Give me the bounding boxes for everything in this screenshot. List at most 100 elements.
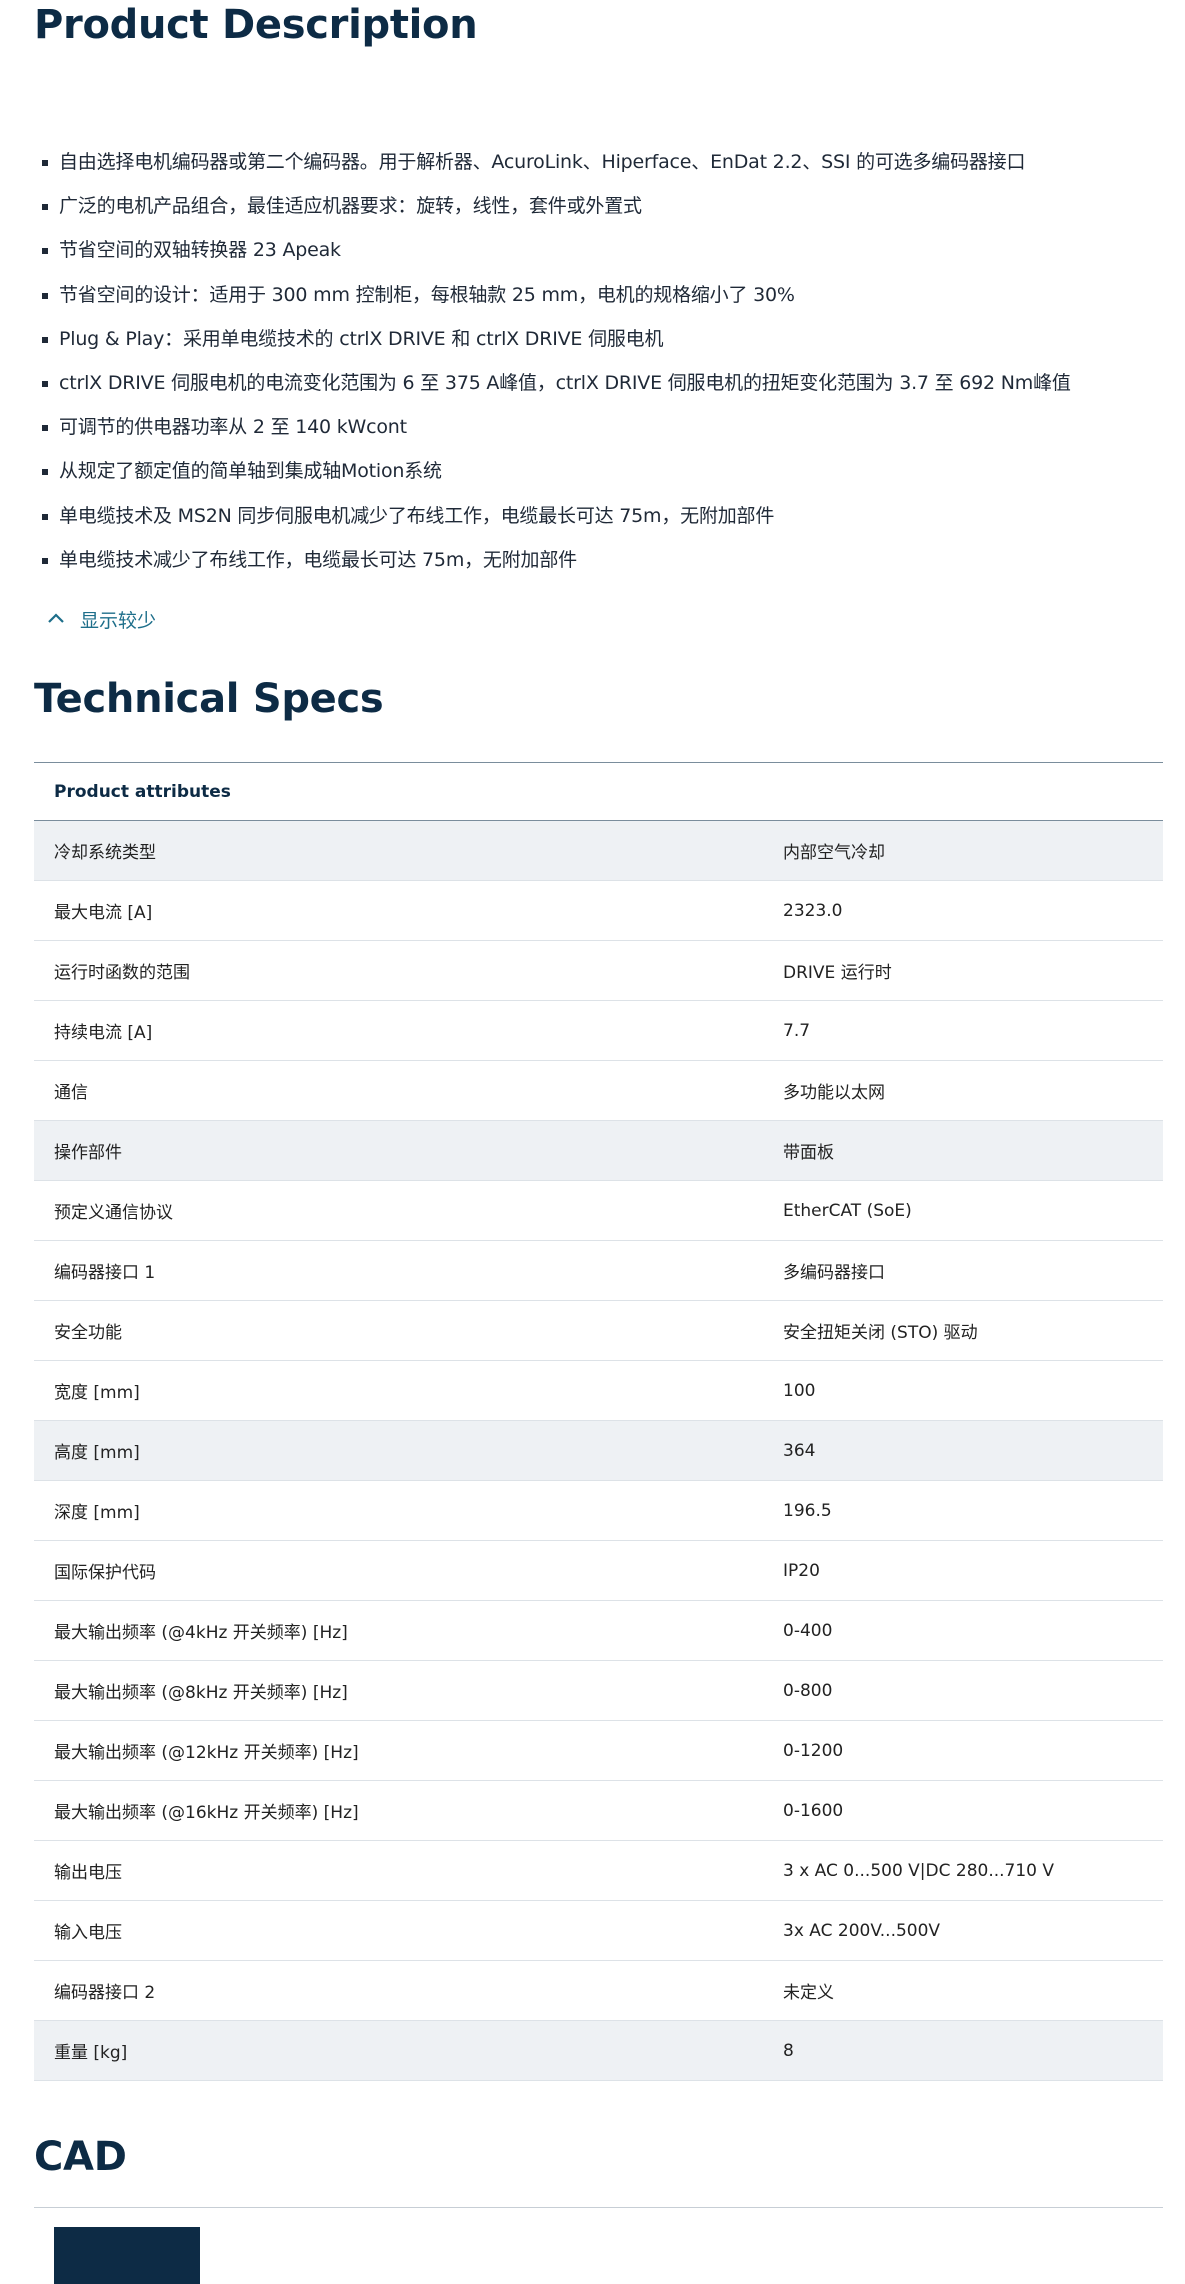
spec-attribute-name: 预定义通信协议 — [54, 1203, 173, 1223]
feature-list-item: 可调节的供电器功率从 2 至 140 kWcont — [0, 405, 1185, 449]
spec-table: Product attributes 冷却系统类型 内部空气冷却最大电流 [A] 2… — [34, 762, 1163, 2081]
bullet-marker — [42, 557, 48, 564]
spec-attribute-value: DRIVE 运行时 — [783, 963, 892, 983]
spec-attribute-name: 高度 [mm] — [54, 1443, 140, 1463]
spec-row: 最大电流 [A] 2323.0 — [34, 881, 1163, 941]
bullet-marker — [42, 292, 48, 299]
spec-attribute-name: 持续电流 [A] — [54, 1023, 153, 1043]
feature-list-item: 自由选择电机编码器或第二个编码器。用于解析器、AcuroLink、Hiperfa… — [0, 140, 1185, 184]
cad-download-button[interactable] — [54, 2227, 200, 2284]
cad-title: CAD — [34, 2134, 127, 2180]
spec-attribute-value: 内部空气冷却 — [783, 843, 885, 863]
spec-attribute-name: 安全功能 — [54, 1323, 122, 1343]
feature-text: 单电缆技术减少了布线工作，电缆最长可达 75m，无附加部件 — [59, 548, 577, 571]
spec-row: 预定义通信协议 EtherCAT (SoE) — [34, 1181, 1163, 1241]
spec-attribute-value: 0-800 — [783, 1680, 833, 1701]
spec-attribute-value: 多编码器接口 — [783, 1263, 885, 1283]
spec-attribute-value: EtherCAT (SoE) — [783, 1200, 912, 1221]
spec-row: 运行时函数的范围 DRIVE 运行时 — [34, 941, 1163, 1001]
spec-attribute-name: 最大电流 [A] — [54, 903, 153, 923]
show-less-toggle[interactable]: 显示较少 — [44, 604, 156, 634]
spec-attribute-value: 3 x AC 0...500 V|DC 280...710 V — [783, 1860, 1055, 1881]
feature-list-item: Plug & Play：采用单电缆技术的 ctrlX DRIVE 和 ctrlX… — [0, 317, 1185, 361]
spec-row: 最大输出频率 (@4kHz 开关频率) [Hz] 0-400 — [34, 1601, 1163, 1661]
feature-list-item: 单电缆技术减少了布线工作，电缆最长可达 75m，无附加部件 — [0, 538, 1185, 582]
feature-list-item: 单电缆技术及 MS2N 同步伺服电机减少了布线工作，电缆最长可达 75m，无附加… — [0, 494, 1185, 538]
chevron-up-icon — [48, 613, 64, 623]
spec-attribute-value: 2323.0 — [783, 900, 843, 921]
bullet-marker — [42, 425, 48, 432]
technical-specs-title: Technical Specs — [34, 676, 384, 722]
feature-text: Plug & Play：采用单电缆技术的 ctrlX DRIVE 和 ctrlX… — [59, 327, 664, 350]
spec-attribute-name: 编码器接口 2 — [54, 1983, 156, 2003]
spec-attribute-name: 最大输出频率 (@12kHz 开关频率) [Hz] — [54, 1743, 359, 1763]
spec-attribute-name: 运行时函数的范围 — [54, 963, 190, 983]
spec-attribute-value: 0-1200 — [783, 1740, 844, 1761]
feature-list-item: 节省空间的双轴转换器 23 Apeak — [0, 228, 1185, 272]
feature-text: 单电缆技术及 MS2N 同步伺服电机减少了布线工作，电缆最长可达 75m，无附加… — [59, 504, 775, 527]
spec-attribute-value: 8 — [783, 2040, 794, 2061]
spec-attribute-value: 0-400 — [783, 1620, 833, 1641]
feature-list-item: 从规定了额定值的简单轴到集成轴Motion系统 — [0, 449, 1185, 493]
bullet-marker — [42, 513, 48, 520]
spec-attribute-value: 0-1600 — [783, 1800, 844, 1821]
feature-list: 自由选择电机编码器或第二个编码器。用于解析器、AcuroLink、Hiperfa… — [0, 140, 1185, 582]
bullet-marker — [42, 336, 48, 343]
product-description-title: Product Description — [34, 2, 478, 48]
feature-text: 广泛的电机产品组合，最佳适应机器要求：旋转，线性，套件或外置式 — [59, 195, 642, 218]
spec-attribute-name: 宽度 [mm] — [54, 1383, 140, 1403]
show-less-label: 显示较少 — [80, 609, 157, 632]
spec-row: 操作部件 带面板 — [34, 1121, 1163, 1181]
spec-attribute-value: 364 — [783, 1440, 816, 1461]
spec-row: 持续电流 [A] 7.7 — [34, 1001, 1163, 1061]
spec-attribute-value: 多功能以太网 — [783, 1083, 885, 1103]
spec-attribute-value: 3x AC 200V...500V — [783, 1920, 941, 1941]
spec-attribute-value: IP20 — [783, 1560, 820, 1581]
bullet-marker — [42, 248, 48, 255]
spec-row: 输入电压 3x AC 200V...500V — [34, 1901, 1163, 1961]
spec-table-header: Product attributes — [34, 762, 1163, 821]
product-page: Product Description 自由选择电机编码器或第二个编码器。用于解… — [0, 0, 1185, 2284]
spec-attribute-value: 未定义 — [783, 1983, 834, 2003]
spec-attribute-value: 100 — [783, 1380, 816, 1401]
spec-row: 编码器接口 1 多编码器接口 — [34, 1241, 1163, 1301]
spec-attribute-name: 最大输出频率 (@16kHz 开关频率) [Hz] — [54, 1803, 359, 1823]
bullet-marker — [42, 469, 48, 476]
spec-attribute-name: 输出电压 — [54, 1863, 122, 1883]
spec-attribute-value: 带面板 — [783, 1143, 834, 1163]
feature-text: 自由选择电机编码器或第二个编码器。用于解析器、AcuroLink、Hiperfa… — [59, 151, 1026, 173]
spec-row: 冷却系统类型 内部空气冷却 — [34, 821, 1163, 881]
cad-divider — [34, 2207, 1163, 2208]
spec-row: 重量 [kg] 8 — [34, 2021, 1163, 2081]
spec-row: 高度 [mm] 364 — [34, 1421, 1163, 1481]
spec-attribute-name: 冷却系统类型 — [54, 843, 156, 863]
feature-text: 从规定了额定值的简单轴到集成轴Motion系统 — [59, 460, 442, 483]
spec-row: 输出电压 3 x AC 0...500 V|DC 280...710 V — [34, 1841, 1163, 1901]
bullet-marker — [42, 204, 48, 211]
feature-text: 节省空间的设计：适用于 300 mm 控制柜，每根轴款 25 mm，电机的规格缩… — [59, 283, 795, 306]
bullet-marker — [42, 380, 48, 387]
feature-list-item: 节省空间的设计：适用于 300 mm 控制柜，每根轴款 25 mm，电机的规格缩… — [0, 273, 1185, 317]
feature-text: 节省空间的双轴转换器 23 Apeak — [59, 239, 341, 262]
spec-row: 安全功能 安全扭矩关闭 (STO) 驱动 — [34, 1301, 1163, 1361]
feature-list-item: ctrlX DRIVE 伺服电机的电流变化范围为 6 至 375 A峰值，ctr… — [0, 361, 1185, 405]
spec-row: 最大输出频率 (@16kHz 开关频率) [Hz] 0-1600 — [34, 1781, 1163, 1841]
spec-attribute-name: 深度 [mm] — [54, 1503, 140, 1523]
spec-attribute-name: 操作部件 — [54, 1143, 122, 1163]
spec-attribute-name: 编码器接口 1 — [54, 1263, 156, 1283]
feature-text: ctrlX DRIVE 伺服电机的电流变化范围为 6 至 375 A峰值，ctr… — [59, 371, 1071, 394]
spec-row: 宽度 [mm] 100 — [34, 1361, 1163, 1421]
spec-attribute-name: 国际保护代码 — [54, 1563, 156, 1583]
spec-attribute-value: 7.7 — [783, 1020, 811, 1041]
spec-attribute-name: 通信 — [54, 1083, 88, 1103]
spec-attribute-value: 196.5 — [783, 1500, 832, 1521]
spec-row: 最大输出频率 (@12kHz 开关频率) [Hz] 0-1200 — [34, 1721, 1163, 1781]
spec-attribute-value: 安全扭矩关闭 (STO) 驱动 — [783, 1323, 978, 1343]
spec-row: 最大输出频率 (@8kHz 开关频率) [Hz] 0-800 — [34, 1661, 1163, 1721]
spec-row: 编码器接口 2 未定义 — [34, 1961, 1163, 2021]
spec-attribute-name: 重量 [kg] — [54, 2043, 128, 2063]
spec-attribute-name: 最大输出频率 (@8kHz 开关频率) [Hz] — [54, 1683, 348, 1703]
spec-row: 通信 多功能以太网 — [34, 1061, 1163, 1121]
spec-attribute-name: 最大输出频率 (@4kHz 开关频率) [Hz] — [54, 1623, 348, 1643]
feature-list-item: 广泛的电机产品组合，最佳适应机器要求：旋转，线性，套件或外置式 — [0, 184, 1185, 228]
